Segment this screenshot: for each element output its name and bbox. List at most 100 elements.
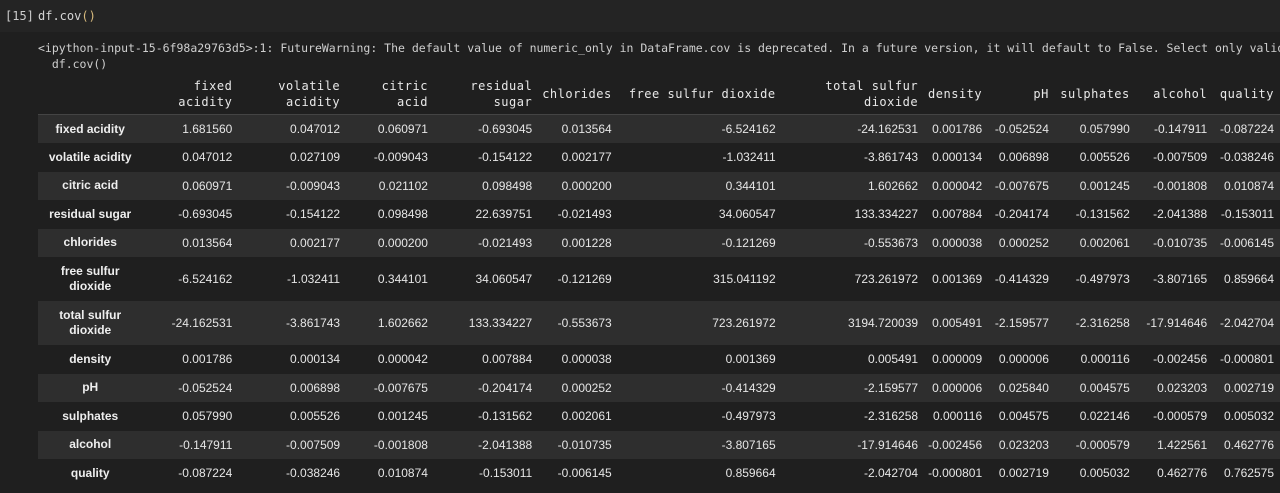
table-cell: -0.497973 [721, 409, 776, 424]
table-row: volatile acidity 0.047012 0.027109 -0.00904… [38, 143, 1280, 172]
code-parens: () [81, 9, 96, 23]
table-cell: -0.414329 [994, 272, 1049, 286]
table-cell: 0.462776 [1157, 466, 1208, 481]
table-cell: -0.009043 [373, 150, 428, 165]
table-cell: 0.000134 [290, 352, 341, 367]
table-cell: 0.002719 [998, 466, 1049, 481]
table-cell: -0.414329 [721, 380, 776, 395]
table-row: citric acid 0.060971 -0.009043 0.021102 0.09… [38, 171, 1280, 200]
table-cell: 0.001245 [377, 409, 428, 424]
code-input-cell[interactable]: [15] df.cov() [0, 0, 1280, 32]
table-cell: -0.553673 [864, 235, 919, 250]
table-cell: -0.087224 [178, 466, 233, 481]
table-cell: 133.334227 [854, 207, 919, 222]
table-cell: 0.000038 [932, 235, 983, 250]
table-cell: 22.639751 [475, 207, 533, 222]
table-cell: 0.762575 [1223, 466, 1274, 481]
table-cell: -2.316258 [1075, 316, 1130, 330]
row-index-label: pH [82, 380, 99, 395]
table-cell: 0.010874 [1223, 178, 1274, 193]
column-header: chlorides [538, 74, 618, 115]
table-cell: 0.023203 [998, 437, 1049, 452]
table-cell: -0.131562 [478, 409, 533, 424]
column-header: total sulfur dioxide [781, 74, 925, 115]
table-cell: 1.681560 [182, 122, 233, 136]
row-index-label: residual sugar [49, 206, 132, 221]
row-index-label: total sulfur dioxide [59, 308, 122, 337]
table-cell: -0.121269 [721, 235, 776, 250]
table-cell: -0.497973 [1075, 272, 1130, 286]
table-cell: -0.006145 [1219, 235, 1274, 250]
table-cell: 0.007884 [482, 352, 533, 367]
code-editor[interactable]: df.cov() [38, 9, 96, 23]
table-cell: -0.007675 [994, 178, 1049, 193]
row-index-label: density [69, 351, 112, 366]
index-header [38, 74, 145, 115]
column-header: sulphates [1054, 74, 1136, 115]
table-cell: -0.553673 [557, 316, 612, 330]
table-cell: 0.002177 [290, 235, 341, 250]
table-cell: -3.861743 [286, 316, 341, 330]
table-cell: 0.006898 [998, 150, 1049, 165]
table-cell: -0.154122 [286, 207, 341, 222]
table-cell: 0.005032 [1223, 409, 1274, 424]
table-cell: -0.038246 [1219, 150, 1274, 165]
table-cell: -0.038246 [286, 466, 341, 481]
table-cell: -0.000801 [928, 466, 983, 481]
table-body: fixed acidity 1.681560 0.047012 0.060971 -0.… [38, 114, 1280, 488]
table-cell: -0.000801 [1219, 352, 1274, 367]
table-cell: 0.006898 [290, 380, 341, 395]
table-cell: 1.602662 [377, 316, 428, 330]
table-cell: -0.121269 [557, 272, 612, 286]
table-cell: -0.009043 [286, 178, 341, 193]
table-cell: -17.914646 [857, 437, 919, 452]
table-cell: -2.042704 [1219, 316, 1274, 330]
table-cell: 0.001786 [932, 122, 983, 136]
column-header: density [924, 74, 989, 115]
table-cell: 0.000134 [932, 150, 983, 165]
table-cell: 0.060971 [377, 122, 428, 136]
table-cell: 723.261972 [854, 272, 919, 286]
cell-output: <ipython-input-15-6f98a29763d5>:1: Futur… [0, 32, 1280, 493]
table-cell: -0.007509 [286, 437, 341, 452]
table-cell: -2.159577 [864, 380, 919, 395]
table-cell: 0.000042 [377, 352, 428, 367]
table-cell: 0.001369 [932, 272, 983, 286]
table-cell: 0.057990 [1079, 122, 1130, 136]
table-cell: -0.693045 [178, 207, 233, 222]
column-header: quality [1213, 74, 1280, 115]
table-cell: 0.005491 [932, 316, 983, 330]
table-cell: 0.010874 [377, 466, 428, 481]
table-row: total sulfur dioxide -24.162531 -3.861743 1… [38, 301, 1280, 345]
table-cell: 0.005526 [290, 409, 341, 424]
table-cell: -0.002456 [928, 437, 983, 452]
column-header: alcohol [1135, 74, 1214, 115]
table-cell: 0.004575 [1079, 380, 1130, 395]
table-cell: 34.060547 [718, 207, 776, 222]
table-row: fixed acidity 1.681560 0.047012 0.060971 -0.… [38, 114, 1280, 143]
table-cell: 0.098498 [482, 178, 533, 193]
table-cell: 0.000009 [932, 352, 983, 367]
table-cell: 0.000038 [561, 352, 612, 367]
table-cell: 0.021102 [378, 178, 428, 193]
table-cell: 0.057990 [182, 409, 233, 424]
table-cell: 0.000252 [998, 235, 1049, 250]
table-cell: 0.000116 [932, 409, 983, 424]
execution-count: [15] [5, 9, 34, 23]
table-cell: -0.021493 [478, 235, 533, 250]
row-index-label: chlorides [63, 235, 117, 250]
table-cell: -1.032411 [722, 150, 776, 165]
table-cell: 0.047012 [182, 150, 233, 165]
column-header: residual sugar [433, 74, 539, 115]
table-cell: 0.002719 [1223, 380, 1274, 395]
table-row: residual sugar -0.693045 -0.154122 0.098498… [38, 200, 1280, 229]
column-header: citric acid [346, 74, 434, 115]
warning-source-line: df.cov() [38, 57, 108, 71]
table-cell: -0.147911 [179, 437, 233, 452]
table-cell: -0.000579 [1075, 437, 1130, 452]
table-cell: 0.001369 [725, 352, 776, 367]
column-header: volatile acidity [238, 74, 347, 115]
table-row: free sulfur dioxide -6.524162 -1.032411 0.3… [38, 257, 1280, 301]
table-cell: 0.462776 [1223, 437, 1274, 452]
table-cell: 0.005526 [1079, 150, 1130, 165]
